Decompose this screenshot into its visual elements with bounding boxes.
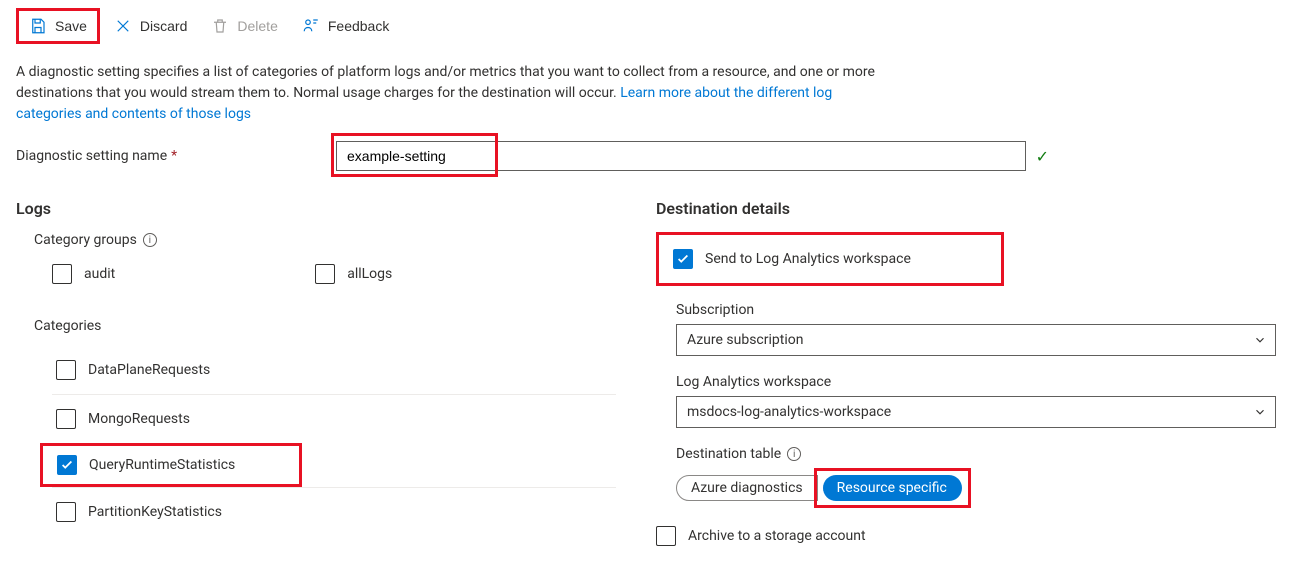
subscription-label: Subscription [676,302,1300,318]
trash-icon [211,17,229,35]
checkbox-partitionkeystatistics[interactable] [56,502,76,522]
dest-table-label: Destination table i [676,446,1300,462]
category-queryruntimestatistics[interactable]: QueryRuntimeStatistics [40,443,302,487]
feedback-label: Feedback [328,18,389,34]
toolbar: Save Discard Delete Feedback [16,8,1300,44]
feedback-button[interactable]: Feedback [292,11,399,41]
checkbox-queryruntimestatistics[interactable] [57,455,77,475]
pill-resource-specific[interactable]: Resource specific [823,475,962,501]
send-law-row[interactable]: Send to Log Analytics workspace [656,232,1004,286]
save-icon [29,17,47,35]
checkbox-alllogs[interactable] [315,264,335,284]
archive-row[interactable]: Archive to a storage account [656,526,1300,546]
discard-button[interactable]: Discard [104,11,197,41]
categories-label: Categories [16,318,616,334]
discard-label: Discard [140,18,187,34]
feedback-icon [302,17,320,35]
dest-table-toggle: Azure diagnostics [676,475,818,501]
workspace-label: Log Analytics workspace [676,374,1300,390]
category-partitionkeystatistics[interactable]: PartitionKeyStatistics [52,487,616,536]
delete-button: Delete [201,11,287,41]
category-mongorequests[interactable]: MongoRequests [52,394,616,443]
destination-title: Destination details [656,199,1300,218]
subscription-select[interactable]: Azure subscription [676,324,1276,356]
workspace-select[interactable]: msdocs-log-analytics-workspace [676,396,1276,428]
checkbox-dataplanerequests[interactable] [56,360,76,380]
category-dataplanerequests[interactable]: DataPlaneRequests [52,346,616,394]
save-button[interactable]: Save [16,8,100,44]
checkmark-icon: ✓ [1036,147,1049,166]
delete-label: Delete [237,18,277,34]
close-icon [114,17,132,35]
checkbox-send-law[interactable] [673,249,693,269]
setting-name-input[interactable] [336,141,1026,171]
setting-name-row: Diagnostic setting name* ✓ [16,141,1300,171]
description-text: A diagnostic setting specifies a list of… [16,62,896,125]
info-icon[interactable]: i [787,447,801,461]
logs-title: Logs [16,199,616,218]
chevron-down-icon [1253,333,1267,347]
chevron-down-icon [1253,405,1267,419]
group-alllogs[interactable]: allLogs [315,260,392,288]
setting-name-label: Diagnostic setting name* [16,148,316,164]
checkbox-audit[interactable] [52,264,72,284]
required-asterisk: * [171,148,177,164]
group-audit[interactable]: audit [52,260,115,288]
checkbox-archive[interactable] [656,526,676,546]
save-label: Save [55,18,87,34]
pill-azure-diagnostics[interactable]: Azure diagnostics [676,475,818,501]
category-groups-label: Category groups i [16,232,616,248]
checkbox-mongorequests[interactable] [56,409,76,429]
info-icon[interactable]: i [143,233,157,247]
